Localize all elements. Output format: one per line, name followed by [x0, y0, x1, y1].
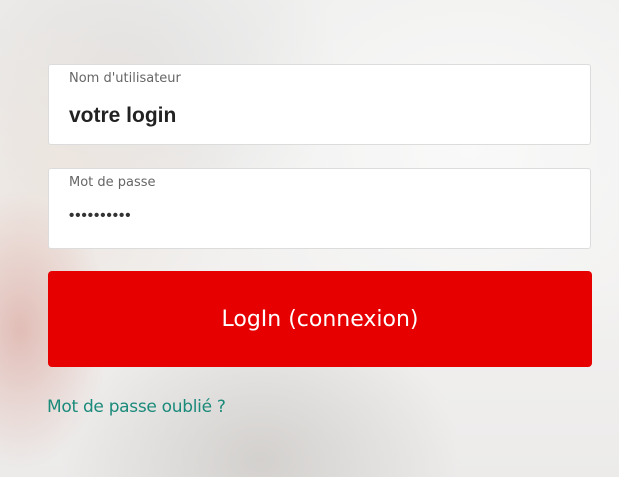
- password-input[interactable]: [69, 201, 569, 229]
- login-button[interactable]: LogIn (connexion): [48, 271, 592, 367]
- username-label: Nom d'utilisateur: [69, 71, 181, 86]
- password-field[interactable]: Mot de passe: [48, 168, 591, 249]
- forgot-password-link[interactable]: Mot de passe oublié ?: [47, 397, 226, 417]
- password-label: Mot de passe: [69, 175, 156, 190]
- username-field[interactable]: Nom d'utilisateur: [48, 64, 591, 145]
- username-input[interactable]: [69, 101, 569, 131]
